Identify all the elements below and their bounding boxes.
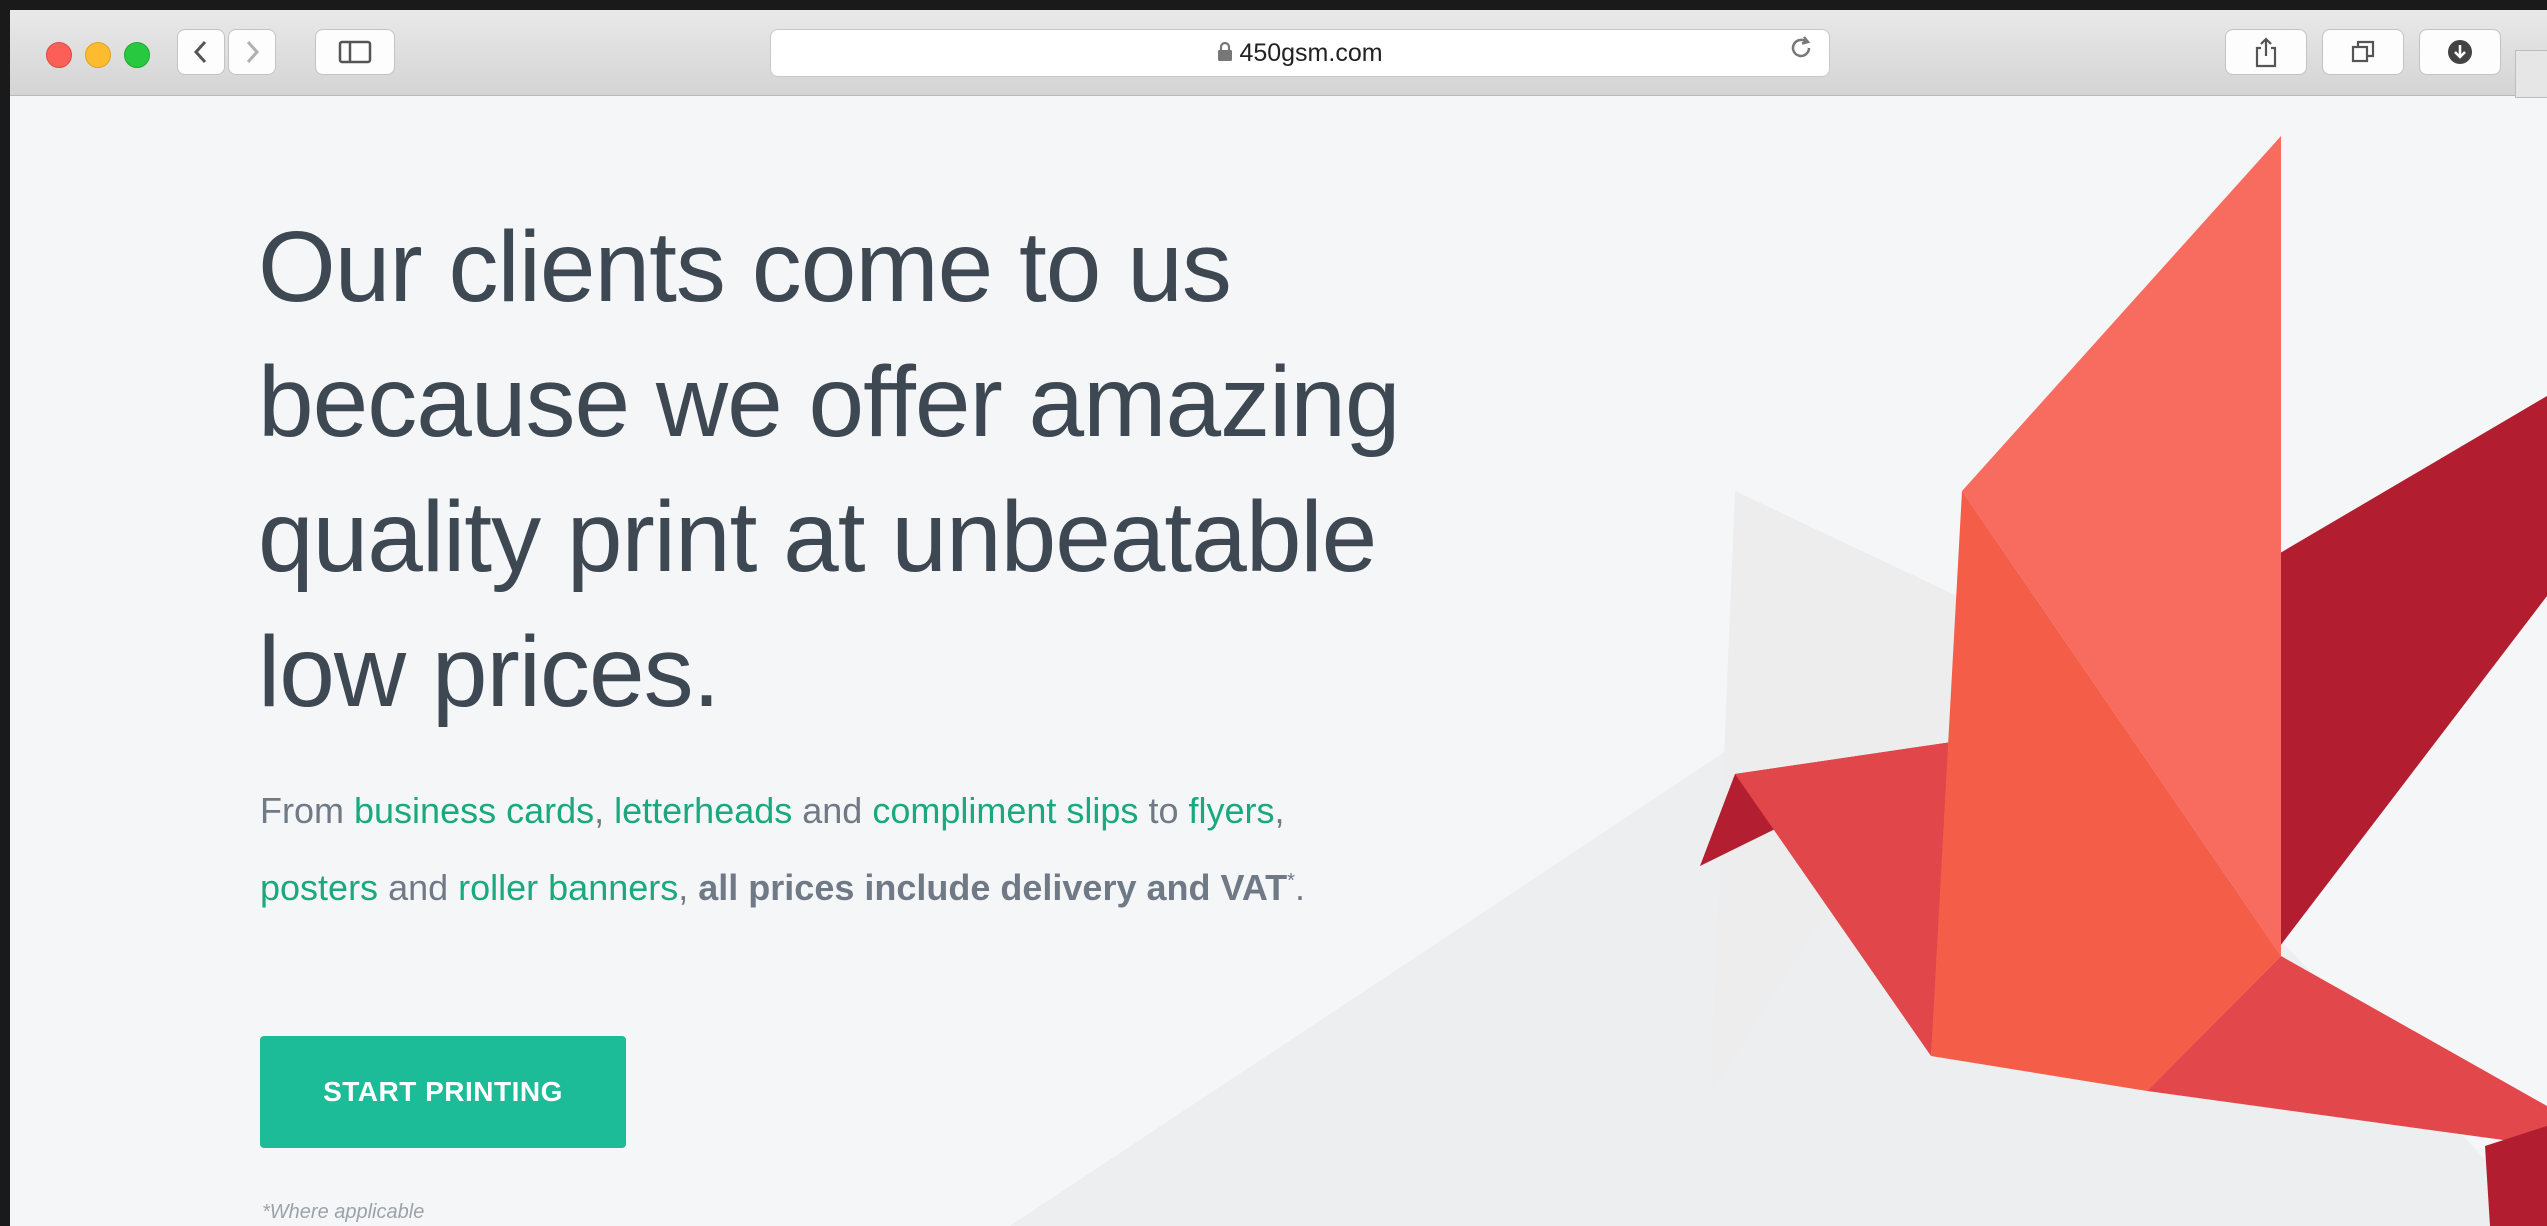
address-bar[interactable]: 450gsm.com bbox=[770, 29, 1830, 77]
bird-wing-back bbox=[2275, 396, 2547, 946]
sidebar-toggle-button[interactable] bbox=[315, 29, 395, 75]
intro-text: and bbox=[378, 867, 459, 908]
business-cards-link[interactable]: business cards bbox=[354, 790, 594, 831]
headline-line: low prices. bbox=[258, 616, 720, 728]
tabs-overview-button[interactable] bbox=[2322, 29, 2404, 75]
reload-icon[interactable] bbox=[1787, 30, 1815, 76]
back-button[interactable] bbox=[177, 29, 225, 75]
intro-text: and bbox=[792, 790, 873, 831]
prices-include-text: all prices include delivery and VAT bbox=[698, 867, 1288, 908]
intro-text: , bbox=[678, 867, 699, 908]
hero-intro: From business cards, letterheads and com… bbox=[260, 776, 1460, 923]
sidebar-icon bbox=[338, 40, 372, 64]
intro-text: From bbox=[260, 790, 354, 831]
share-button[interactable] bbox=[2225, 29, 2307, 75]
chevron-right-icon bbox=[246, 40, 260, 64]
download-icon bbox=[2448, 40, 2472, 64]
roller-banners-link[interactable]: roller banners bbox=[458, 867, 678, 908]
intro-text: , bbox=[1274, 790, 1285, 831]
start-printing-button[interactable]: START PRINTING bbox=[260, 1036, 626, 1148]
downloads-button[interactable] bbox=[2419, 29, 2501, 75]
intro-text: to bbox=[1138, 790, 1189, 831]
footnote-marker: * bbox=[1287, 870, 1295, 892]
address-text: 450gsm.com bbox=[771, 30, 1829, 77]
headline-line: Our clients come to us bbox=[258, 211, 1232, 323]
browser-toolbar: 450gsm.com bbox=[10, 10, 2547, 98]
tabs-icon bbox=[2351, 40, 2375, 63]
flyers-link[interactable]: flyers bbox=[1188, 790, 1274, 831]
close-window-button[interactable] bbox=[46, 42, 72, 68]
compliment-slips-link[interactable]: compliment slips bbox=[872, 790, 1138, 831]
window-edge bbox=[2515, 50, 2547, 98]
posters-link[interactable]: posters bbox=[260, 867, 378, 908]
intro-text: . bbox=[1294, 867, 1305, 908]
share-icon bbox=[2255, 37, 2277, 68]
page-content: Our clients come to us because we offer … bbox=[10, 96, 2547, 1226]
forward-button[interactable] bbox=[228, 29, 276, 75]
intro-text: , bbox=[594, 790, 615, 831]
hero-headline: Our clients come to us because we offer … bbox=[258, 200, 1458, 740]
headline-line: quality print at unbeatable bbox=[258, 481, 1377, 593]
zoom-window-button[interactable] bbox=[124, 42, 150, 68]
lock-icon bbox=[1217, 31, 1233, 77]
letterheads-link[interactable]: letterheads bbox=[614, 790, 792, 831]
headline-line: because we offer amazing bbox=[258, 346, 1401, 458]
footnote: *Where applicable bbox=[262, 1201, 425, 1223]
minimize-window-button[interactable] bbox=[85, 42, 111, 68]
url-text: 450gsm.com bbox=[1239, 39, 1383, 67]
browser-window: 450gsm.com Our clients come to us becaus… bbox=[10, 10, 2547, 1226]
bird-tail-tip bbox=[2485, 1126, 2547, 1226]
chevron-left-icon bbox=[193, 40, 207, 64]
